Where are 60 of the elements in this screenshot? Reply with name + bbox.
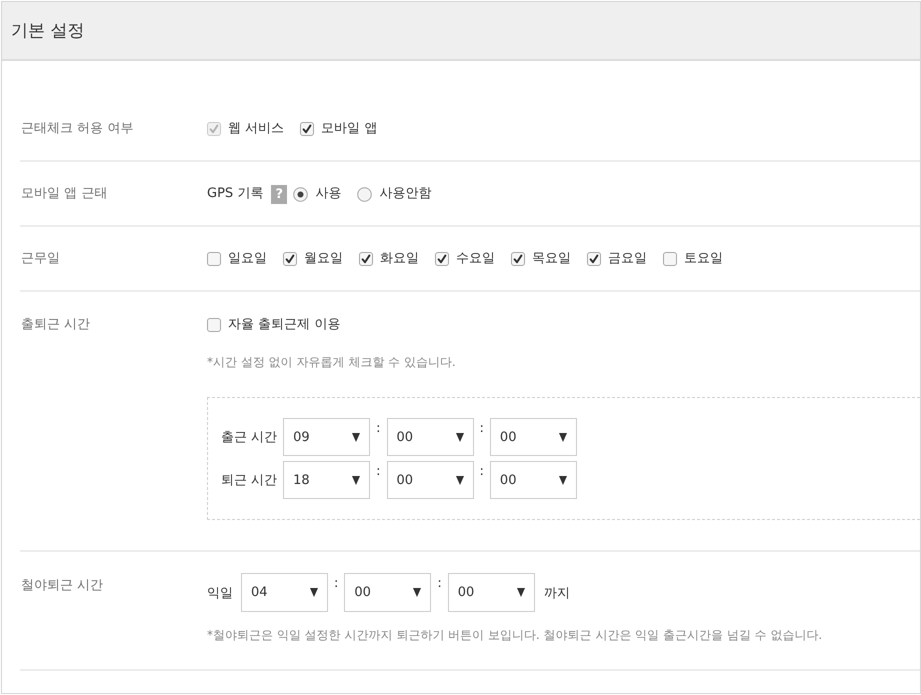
- dropdown[interactable]: 18: [283, 461, 370, 499]
- checkbox[interactable]: [207, 318, 221, 332]
- dropdown[interactable]: 00: [344, 573, 432, 612]
- caret-icon: [352, 432, 360, 442]
- caret-icon: [558, 476, 567, 484]
- prefix-label: 익일: [207, 584, 233, 602]
- caret-icon: [456, 476, 464, 484]
- time-separator: :: [334, 577, 338, 591]
- checkbox[interactable]: [663, 252, 677, 266]
- checkbox[interactable]: [435, 252, 449, 266]
- checkbox[interactable]: [300, 122, 314, 136]
- checkbox[interactable]: [207, 252, 221, 266]
- caret-icon: [352, 476, 360, 484]
- dropdown[interactable]: 00: [386, 461, 474, 499]
- dropdown[interactable]: 00: [386, 418, 474, 456]
- checkbox[interactable]: [359, 252, 373, 266]
- option-label: 수요일: [456, 250, 495, 268]
- option-label: 금요일: [608, 250, 647, 268]
- dropdown[interactable]: 00: [490, 461, 577, 499]
- option-label: 목요일: [532, 250, 571, 268]
- option-label: 일요일: [228, 250, 267, 268]
- suffix-label: 까지: [544, 584, 570, 602]
- checkbox[interactable]: [587, 252, 601, 266]
- caret-icon: [558, 432, 567, 442]
- time-label: 출근 시간: [221, 429, 278, 446]
- row-label: 철야퇴근 시간: [20, 577, 104, 595]
- gps-label: GPS 기록: [207, 185, 264, 203]
- checkbox[interactable]: [511, 252, 525, 266]
- note-text: *시간 설정 없이 자유롭게 체크할 수 있습니다.: [207, 354, 457, 371]
- row-label: 근태체크 허용 여부: [20, 120, 134, 138]
- time-separator: :: [480, 465, 484, 479]
- time-separator: :: [376, 465, 381, 479]
- checkbox[interactable]: [283, 252, 297, 266]
- dropdown[interactable]: 04: [241, 573, 328, 612]
- row-label: 모바일 앱 근태: [20, 185, 108, 203]
- option-label: 웹 서비스: [228, 120, 284, 138]
- note-text: *철야퇴근은 익일 설정한 시간까지 퇴근하기 버튼이 보입니다. 철야퇴근 시간은 익일 출근시간을 넘길 수 없습니다.: [207, 627, 824, 644]
- row-label: 근무일: [20, 250, 61, 268]
- option-label: 사용안함: [379, 185, 432, 203]
- time-label: 퇴근 시간: [221, 472, 278, 489]
- caret-icon: [413, 588, 422, 597]
- option-label: 토요일: [684, 250, 723, 268]
- option-label: 자율 출퇴근제 이용: [228, 316, 340, 334]
- time-separator: :: [437, 577, 442, 591]
- option-label: 사용: [315, 185, 342, 203]
- dropdown[interactable]: 00: [490, 418, 577, 456]
- dropdown[interactable]: 09: [283, 418, 370, 456]
- option-label: 모바일 앱: [321, 120, 378, 138]
- radio-button[interactable]: [357, 186, 372, 202]
- time-separator: :: [480, 422, 484, 436]
- caret-icon: [310, 588, 318, 597]
- row-label: 출퇴근 시간: [20, 316, 92, 334]
- option-label: 화요일: [380, 250, 419, 268]
- section-title: 기본 설정: [11, 20, 84, 42]
- dropdown[interactable]: 00: [448, 573, 535, 612]
- radio-button[interactable]: [293, 186, 308, 202]
- caret-icon: [456, 432, 464, 442]
- time-separator: :: [376, 422, 381, 436]
- option-label: 월요일: [304, 250, 343, 268]
- caret-icon: [516, 588, 525, 597]
